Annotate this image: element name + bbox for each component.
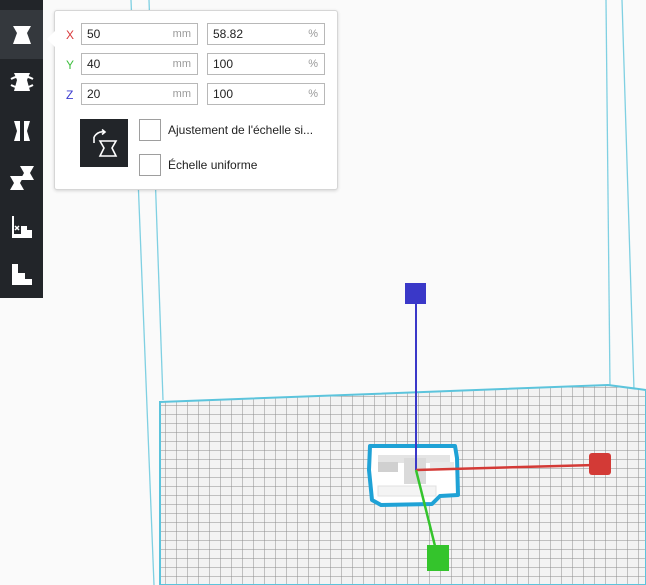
x-axis-label: X bbox=[66, 28, 75, 42]
per-model-settings-icon bbox=[9, 165, 34, 190]
z-mm-unit: mm bbox=[172, 88, 191, 100]
uniform-scaling-label: Échelle uniforme bbox=[168, 158, 258, 172]
x-mm-input[interactable] bbox=[87, 26, 157, 42]
z-percent-input[interactable] bbox=[213, 86, 283, 102]
layer-view-tool-button[interactable] bbox=[0, 249, 43, 298]
scale-panel: X mm % Y mm % Z mm % Ajustement de l'éch… bbox=[47, 10, 338, 190]
support-blocker-tool-button[interactable] bbox=[0, 202, 43, 251]
mirror-icon bbox=[13, 120, 30, 141]
z-axis-label: Z bbox=[66, 88, 74, 102]
y-mm-input[interactable] bbox=[87, 56, 157, 72]
x-mm-field[interactable]: mm bbox=[81, 23, 198, 45]
uniform-scaling-checkbox[interactable] bbox=[139, 154, 161, 176]
y-percent-field[interactable]: % bbox=[207, 53, 325, 75]
rotate-tool-button[interactable] bbox=[0, 57, 43, 106]
y-percent-unit: % bbox=[308, 58, 318, 70]
rotate-icon bbox=[10, 72, 33, 91]
selected-model[interactable] bbox=[367, 444, 460, 507]
mirror-tool-button[interactable] bbox=[0, 106, 43, 155]
reset-scale-button[interactable] bbox=[80, 119, 128, 167]
x-percent-unit: % bbox=[308, 28, 318, 40]
snap-scaling-checkbox[interactable] bbox=[139, 119, 161, 141]
scale-tool-button[interactable] bbox=[0, 10, 43, 59]
per-model-settings-tool-button[interactable] bbox=[0, 153, 43, 202]
z-mm-input[interactable] bbox=[87, 86, 157, 102]
y-mm-field[interactable]: mm bbox=[81, 53, 198, 75]
reset-scale-icon bbox=[93, 128, 118, 157]
y-mm-unit: mm bbox=[172, 58, 191, 70]
scale-icon bbox=[12, 25, 31, 44]
tool-panel bbox=[0, 0, 43, 298]
panel-pointer bbox=[47, 31, 55, 47]
layer-icon bbox=[11, 263, 32, 285]
z-percent-field[interactable]: % bbox=[207, 83, 325, 105]
z-mm-field[interactable]: mm bbox=[81, 83, 198, 105]
y-axis-label: Y bbox=[66, 58, 75, 72]
x-percent-field[interactable]: % bbox=[207, 23, 325, 45]
support-blocker-icon bbox=[11, 215, 32, 238]
x-mm-unit: mm bbox=[172, 28, 191, 40]
y-percent-input[interactable] bbox=[213, 56, 283, 72]
snap-scaling-label: Ajustement de l'échelle si... bbox=[168, 123, 314, 137]
z-percent-unit: % bbox=[308, 88, 318, 100]
x-percent-input[interactable] bbox=[213, 26, 283, 42]
